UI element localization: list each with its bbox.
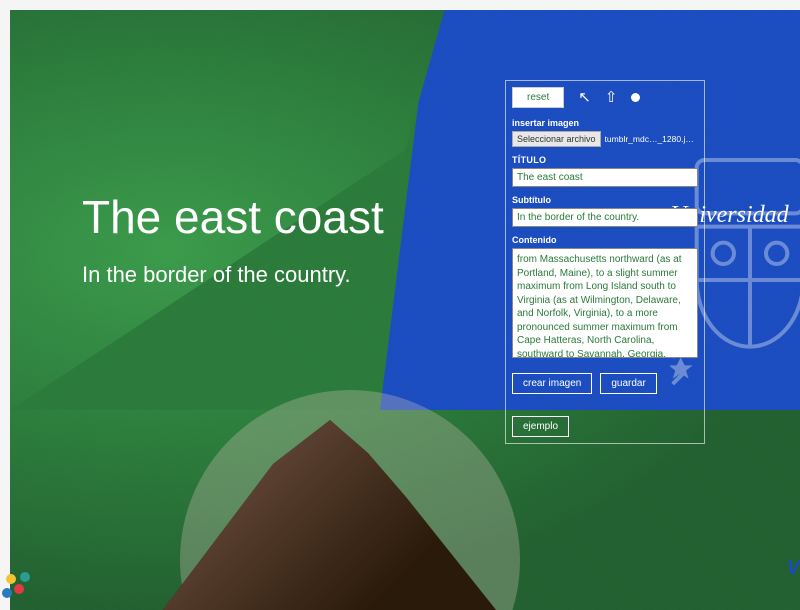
arrow-nw-icon[interactable]: ↖ (578, 90, 591, 105)
editor-panel: reset ↖ ⇧ insertar imagen Seleccionar ar… (505, 80, 705, 444)
corner-badge (0, 564, 38, 600)
file-input-row: Seleccionar archivo tumblr_mdc…_1280.jpg (512, 131, 698, 147)
title-field-label: TÍTULO (512, 155, 698, 165)
subtitle-input[interactable] (512, 208, 698, 227)
headline-block: The east coast In the border of the coun… (82, 190, 384, 288)
title-input[interactable] (512, 168, 698, 187)
save-button[interactable]: guardar (600, 373, 656, 394)
file-select-button[interactable]: Seleccionar archivo (512, 131, 601, 147)
example-button[interactable]: ejemplo (512, 416, 569, 437)
arrow-up-icon[interactable]: ⇧ (605, 90, 618, 105)
create-image-button[interactable]: crear imagen (512, 373, 592, 394)
design-canvas: Universidad The east coast In the border… (10, 10, 800, 610)
selected-file-name: tumblr_mdc…_1280.jpg (605, 134, 695, 144)
headline-subtitle: In the border of the country. (82, 262, 384, 288)
circle-icon[interactable] (631, 93, 640, 102)
headline-title: The east coast (82, 190, 384, 244)
reset-button[interactable]: reset (512, 87, 564, 108)
insert-image-label: insertar imagen (512, 118, 698, 128)
content-field-label: Contenido (512, 235, 698, 245)
content-textarea[interactable] (512, 248, 698, 358)
v-mark: V (787, 557, 800, 580)
subtitle-field-label: Subtítulo (512, 195, 698, 205)
